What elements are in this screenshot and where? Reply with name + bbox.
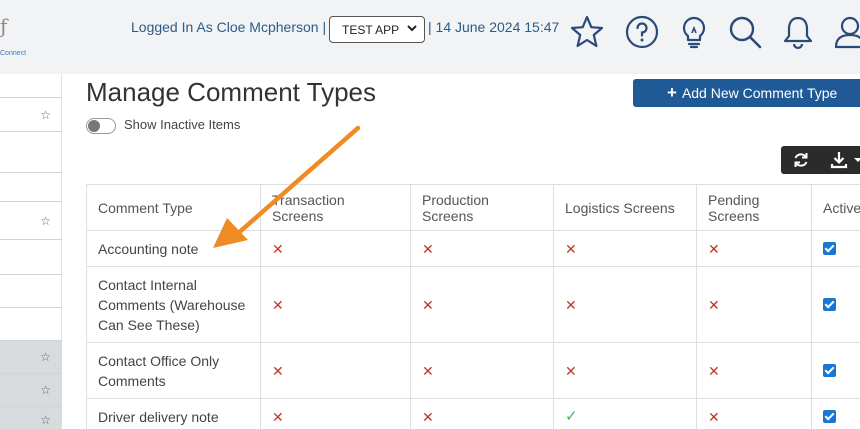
toggle-knob (88, 120, 100, 132)
column-header[interactable]: Logistics Screens (553, 184, 697, 231)
sidebar-item[interactable] (0, 172, 62, 201)
cross-icon: ✕ (708, 408, 720, 425)
search-icon[interactable] (727, 14, 763, 50)
active-checkbox[interactable] (823, 363, 836, 377)
show-inactive-label: Show Inactive Items (124, 117, 241, 132)
page-title: Manage Comment Types (86, 77, 376, 107)
check-icon: ✓ (565, 408, 578, 425)
table-row[interactable]: Accounting note ✕ ✕ ✕ ✕ (86, 230, 860, 267)
comment-type-name[interactable]: Contact Internal Comments (Warehouse Can… (86, 266, 261, 343)
app-selector[interactable]: TEST APP (329, 16, 425, 43)
refresh-icon[interactable] (791, 150, 811, 170)
cross-icon: ✕ (422, 408, 434, 425)
cross-icon: ✕ (272, 408, 284, 425)
cross-icon: ✕ (272, 362, 284, 379)
table-row[interactable]: Driver delivery note ✕ ✕ ✓ ✕ (86, 398, 860, 429)
sidebar-item[interactable]: ☆ (0, 97, 62, 131)
cross-icon: ✕ (708, 296, 720, 313)
add-comment-type-label: Add New Comment Type (681, 85, 838, 101)
plus-icon: + (667, 83, 677, 102)
cross-icon: ✕ (422, 296, 434, 313)
table-row[interactable]: Contact Office Only Comments ✕ ✕ ✕ ✕ (86, 342, 860, 399)
cross-icon: ✕ (565, 240, 577, 257)
cross-icon: ✕ (708, 240, 720, 257)
comment-type-name[interactable]: Accounting note (86, 230, 261, 267)
sidebar-item[interactable] (0, 274, 62, 307)
top-header: ƒ Connect Logged In As Cloe Mcpherson | … (0, 0, 860, 74)
cross-icon: ✕ (422, 240, 434, 257)
bell-icon[interactable] (780, 14, 816, 50)
favorite-star-icon[interactable]: ☆ (40, 413, 51, 427)
column-header[interactable]: Active (811, 184, 860, 231)
favorite-star-icon[interactable]: ☆ (40, 108, 51, 122)
sidebar-item[interactable]: ☆ (0, 340, 62, 373)
favorite-star-icon[interactable]: ☆ (40, 350, 51, 364)
add-comment-type-button[interactable]: + Add New Comment Type (633, 79, 860, 107)
column-header[interactable]: Comment Type (86, 184, 261, 231)
sidebar-item[interactable]: ☆ (0, 373, 62, 406)
favorite-star-icon[interactable]: ☆ (40, 383, 51, 397)
cross-icon: ✕ (708, 362, 720, 379)
cross-icon: ✕ (565, 362, 577, 379)
cross-icon: ✕ (272, 240, 284, 257)
comment-type-name[interactable]: Contact Office Only Comments (86, 342, 261, 399)
lightbulb-icon[interactable] (676, 14, 712, 50)
star-icon[interactable] (569, 14, 605, 50)
date-time-label: | 14 June 2024 15:47 (428, 19, 560, 35)
sidebar-item[interactable] (0, 239, 62, 274)
column-header[interactable]: Pending Screens (696, 184, 812, 231)
table-row[interactable]: Contact Internal Comments (Warehouse Can… (86, 266, 860, 343)
comment-types-table: Comment Type Transaction Screens Product… (86, 184, 860, 429)
favorite-star-icon[interactable]: ☆ (40, 214, 51, 228)
logged-in-label: Logged In As Cloe Mcpherson | (131, 19, 327, 35)
active-checkbox[interactable] (823, 409, 836, 423)
sidebar-item[interactable] (0, 131, 62, 172)
column-header[interactable]: Production Screens (410, 184, 554, 231)
main-content: Manage Comment Types Show Inactive Items… (62, 74, 860, 429)
show-inactive-toggle[interactable] (86, 118, 116, 134)
sidebar-item[interactable]: ☆ (0, 201, 62, 239)
active-checkbox[interactable] (823, 241, 836, 255)
comment-type-name[interactable]: Driver delivery note (86, 398, 261, 429)
sidebar: ☆ ☆ ☆ ☆ ☆ (0, 74, 62, 429)
logo-text: Connect (0, 50, 27, 57)
chevron-down-icon (407, 25, 417, 32)
user-icon[interactable] (832, 14, 860, 50)
app-selector-value: TEST APP (342, 22, 400, 37)
sidebar-item[interactable] (0, 307, 62, 340)
help-icon[interactable] (624, 14, 660, 50)
table-toolbar (781, 146, 860, 174)
active-checkbox[interactable] (823, 297, 836, 311)
cross-icon: ✕ (422, 362, 434, 379)
column-header[interactable]: Transaction Screens (260, 184, 411, 231)
sidebar-item[interactable]: ☆ (0, 406, 62, 429)
caret-down-icon[interactable] (851, 150, 860, 170)
app-logo[interactable]: ƒ Connect (0, 4, 40, 60)
table-header-row: Comment Type Transaction Screens Product… (86, 184, 860, 231)
cross-icon: ✕ (272, 296, 284, 313)
cross-icon: ✕ (565, 296, 577, 313)
logo-mark-icon: ƒ (0, 14, 8, 38)
download-icon[interactable] (829, 150, 849, 170)
